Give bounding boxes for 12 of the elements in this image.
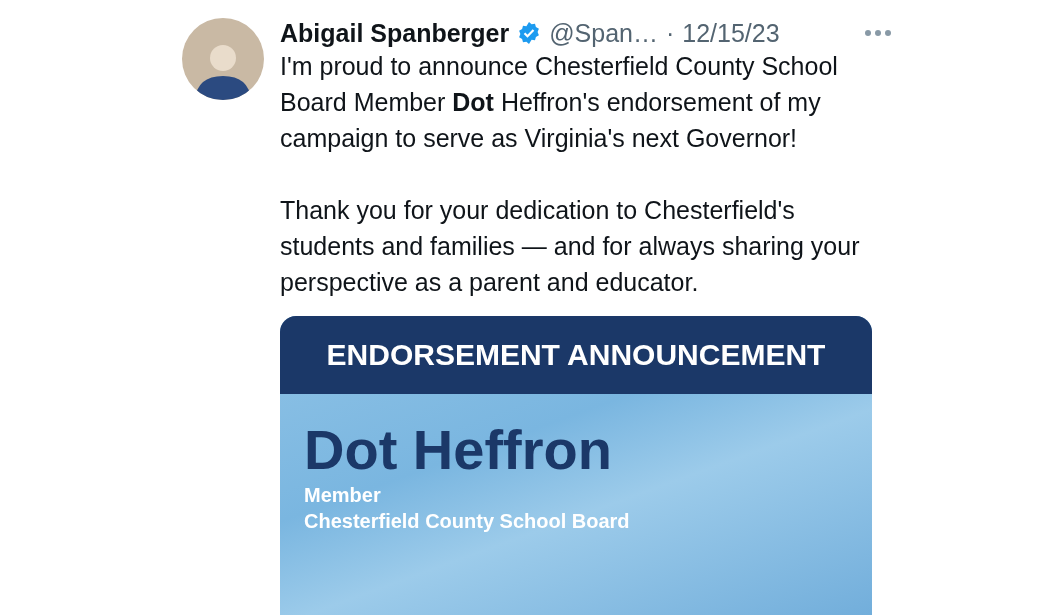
post-date[interactable]: 12/15/23: [682, 18, 780, 48]
endorsement-graphic[interactable]: ENDORSEMENT ANNOUNCEMENT Dot Heffron Member Chesterfield County School Board: [280, 316, 872, 615]
more-options-icon[interactable]: [864, 29, 892, 37]
author-name[interactable]: Abigail Spanberger: [280, 18, 510, 48]
graphic-caption: Member: [303, 483, 382, 508]
graphic-caption: Chesterfield County School Board: [303, 509, 631, 534]
post-text: I'm proud to announce Chesterfield County School Board Member Dot Heffron's endorsement of my campaign to serve as Virginia's next Governor!: [280, 51, 839, 154]
separator-dot: ·: [666, 18, 675, 48]
post-text: Thank you for your dedication to Chesterfield's students and families — and for always sharing your perspective as a parent and educator.: [280, 195, 861, 298]
graphic-headline: Dot Heffron: [303, 417, 613, 482]
graphic-banner: ENDORSEMENT ANNOUNCEMENT: [280, 316, 872, 394]
author-handle[interactable]: @Span…: [549, 18, 658, 48]
